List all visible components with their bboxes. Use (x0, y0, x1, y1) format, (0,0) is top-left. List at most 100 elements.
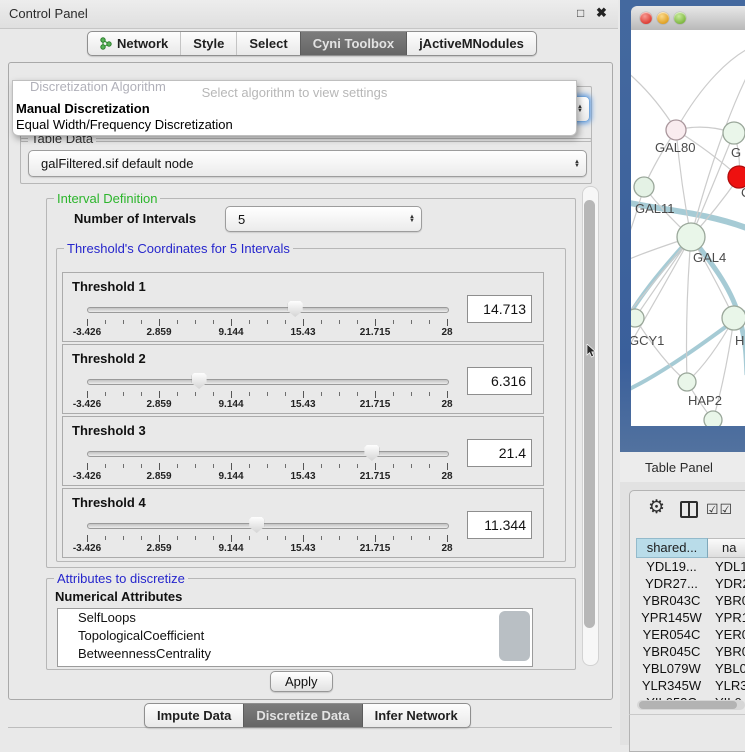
tab-select[interactable]: Select (236, 32, 299, 55)
close-window-icon[interactable] (640, 12, 652, 24)
dropdown-option-equal-width[interactable]: Equal Width/Frequency Discretization (16, 117, 233, 132)
slider-thumb[interactable] (249, 517, 264, 533)
table-row[interactable]: YER054CYER0 (636, 626, 745, 643)
zoom-window-icon[interactable] (674, 12, 686, 24)
threshold-3-value-input[interactable] (467, 439, 532, 467)
network-node[interactable] (704, 411, 722, 426)
slider-track[interactable] (87, 451, 449, 457)
table-data-selected: galFiltered.sif default node (29, 156, 568, 171)
table-panel-divider (629, 714, 745, 715)
cell-shared-name[interactable]: YBR045C (636, 643, 707, 660)
slider-major-tick (303, 463, 304, 470)
slider-tick-label: 21.715 (360, 543, 391, 554)
numerical-attributes-list[interactable]: SelfLoops TopologicalCoefficient Between… (57, 608, 533, 667)
cell-shared-name[interactable]: YER054C (636, 626, 707, 643)
column-header-name[interactable]: na (708, 538, 745, 558)
split-columns-icon[interactable] (680, 501, 698, 518)
tab-jactivemnodules[interactable]: jActiveMNodules (406, 32, 536, 55)
panel-scrollbar-thumb[interactable] (584, 200, 595, 628)
cell-name[interactable]: YLR3 (707, 677, 745, 694)
network-edge[interactable] (635, 237, 691, 318)
table-row[interactable]: YDR27...YDR2 (636, 575, 745, 592)
network-node[interactable] (634, 177, 654, 197)
cell-name[interactable]: YPR1 (707, 609, 745, 626)
threshold-1-slider[interactable]: -3.4262.8599.14415.4321.71528 (87, 301, 447, 337)
cell-shared-name[interactable]: YLR345W (636, 677, 707, 694)
table-row[interactable]: YDL19...YDL1 (636, 558, 745, 575)
cell-name[interactable]: YBR0 (707, 643, 745, 660)
tab-network[interactable]: Network (88, 32, 180, 55)
control-panel-title: Control Panel (9, 6, 88, 21)
control-panel-titlebar (0, 0, 618, 29)
tab-impute-data[interactable]: Impute Data (145, 704, 243, 727)
network-canvas[interactable]: GAL80GCGAL11GAL4GCY1HHAP2 (631, 30, 745, 426)
table-row[interactable]: YLR345WYLR3 (636, 677, 745, 694)
list-scrollbar[interactable] (499, 611, 530, 661)
slider-major-tick (159, 391, 160, 398)
cell-name[interactable]: YBR0 (707, 592, 745, 609)
slider-thumb[interactable] (288, 301, 303, 317)
cell-shared-name[interactable]: YDR27... (636, 575, 707, 592)
numerical-attributes-label: Numerical Attributes (55, 589, 182, 604)
slider-track[interactable] (87, 379, 449, 385)
num-intervals-combobox[interactable]: 5 ▲▼ (225, 206, 422, 232)
table-row[interactable]: YBR043CYBR0 (636, 592, 745, 609)
cell-name[interactable]: YBL0 (707, 660, 745, 677)
table-hscrollbar-thumb[interactable] (639, 701, 737, 709)
threshold-3-slider[interactable]: -3.4262.8599.14415.4321.71528 (87, 445, 447, 481)
threshold-2-slider[interactable]: -3.4262.8599.14415.4321.71528 (87, 373, 447, 409)
cell-name[interactable]: YER0 (707, 626, 745, 643)
slider-major-tick (375, 391, 376, 398)
network-node[interactable] (666, 120, 686, 140)
tab-infer-network[interactable]: Infer Network (362, 704, 470, 727)
network-node[interactable] (677, 223, 705, 251)
threshold-3-panel: Threshold 3 -3.4262.8599.14415.4321.7152… (62, 416, 544, 486)
slider-track[interactable] (87, 307, 449, 313)
table-row[interactable]: YPR145WYPR1 (636, 609, 745, 626)
slider-major-tick (87, 391, 88, 398)
table-row[interactable]: YBL079WYBL0 (636, 660, 745, 677)
cell-shared-name[interactable]: YBR043C (636, 592, 707, 609)
slider-thumb[interactable] (192, 373, 207, 389)
list-item[interactable]: BetweennessCentrality (58, 645, 532, 663)
cell-shared-name[interactable]: YBL079W (636, 660, 707, 677)
attributes-group-title: Attributes to discretize (54, 571, 188, 586)
cell-shared-name[interactable]: YDL19... (636, 558, 707, 575)
table-row[interactable]: YBR045CYBR0 (636, 643, 745, 660)
network-window-titlebar[interactable] (631, 6, 745, 31)
slider-tick-label: 9.144 (218, 471, 243, 482)
table-data-combobox[interactable]: galFiltered.sif default node ▲▼ (28, 150, 587, 177)
slider-track[interactable] (87, 523, 449, 529)
network-node[interactable] (631, 309, 644, 327)
threshold-4-value-input[interactable] (467, 511, 532, 539)
cell-shared-name[interactable]: YPR145W (636, 609, 707, 626)
slider-major-tick (303, 319, 304, 326)
column-header-shared-name[interactable]: shared... (636, 538, 708, 558)
list-item[interactable]: SelfLoops (58, 609, 532, 627)
close-panel-icon[interactable]: ✖ (596, 5, 607, 21)
tab-style[interactable]: Style (180, 32, 236, 55)
threshold-4-slider[interactable]: -3.4262.8599.14415.4321.71528 (87, 517, 447, 553)
slider-thumb[interactable] (364, 445, 379, 461)
apply-button[interactable]: Apply (270, 671, 333, 692)
tab-cyni-toolbox[interactable]: Cyni Toolbox (300, 32, 406, 55)
gear-icon[interactable]: ⚙ (648, 496, 665, 519)
network-node[interactable] (678, 373, 696, 391)
network-edge[interactable] (687, 237, 692, 382)
threshold-2-value-input[interactable] (467, 367, 532, 395)
list-item[interactable]: TopologicalCoefficient (58, 627, 532, 645)
select-columns-icon[interactable]: ☑☑ (706, 501, 733, 518)
network-edge[interactable] (631, 60, 676, 130)
slider-major-tick (447, 463, 448, 470)
cell-name[interactable]: YDR2 (707, 575, 745, 592)
minimize-window-icon[interactable] (657, 12, 669, 24)
slider-tick-label: 28 (441, 543, 452, 554)
threshold-1-value-input[interactable] (467, 295, 532, 323)
network-node[interactable] (723, 122, 745, 144)
network-node[interactable] (722, 306, 745, 330)
network-edge[interactable] (676, 45, 745, 130)
cell-name[interactable]: YDL1 (707, 558, 745, 575)
dropdown-option-manual[interactable]: Manual Discretization (16, 101, 150, 116)
slider-major-tick (231, 463, 232, 470)
tab-discretize-data[interactable]: Discretize Data (243, 704, 361, 727)
